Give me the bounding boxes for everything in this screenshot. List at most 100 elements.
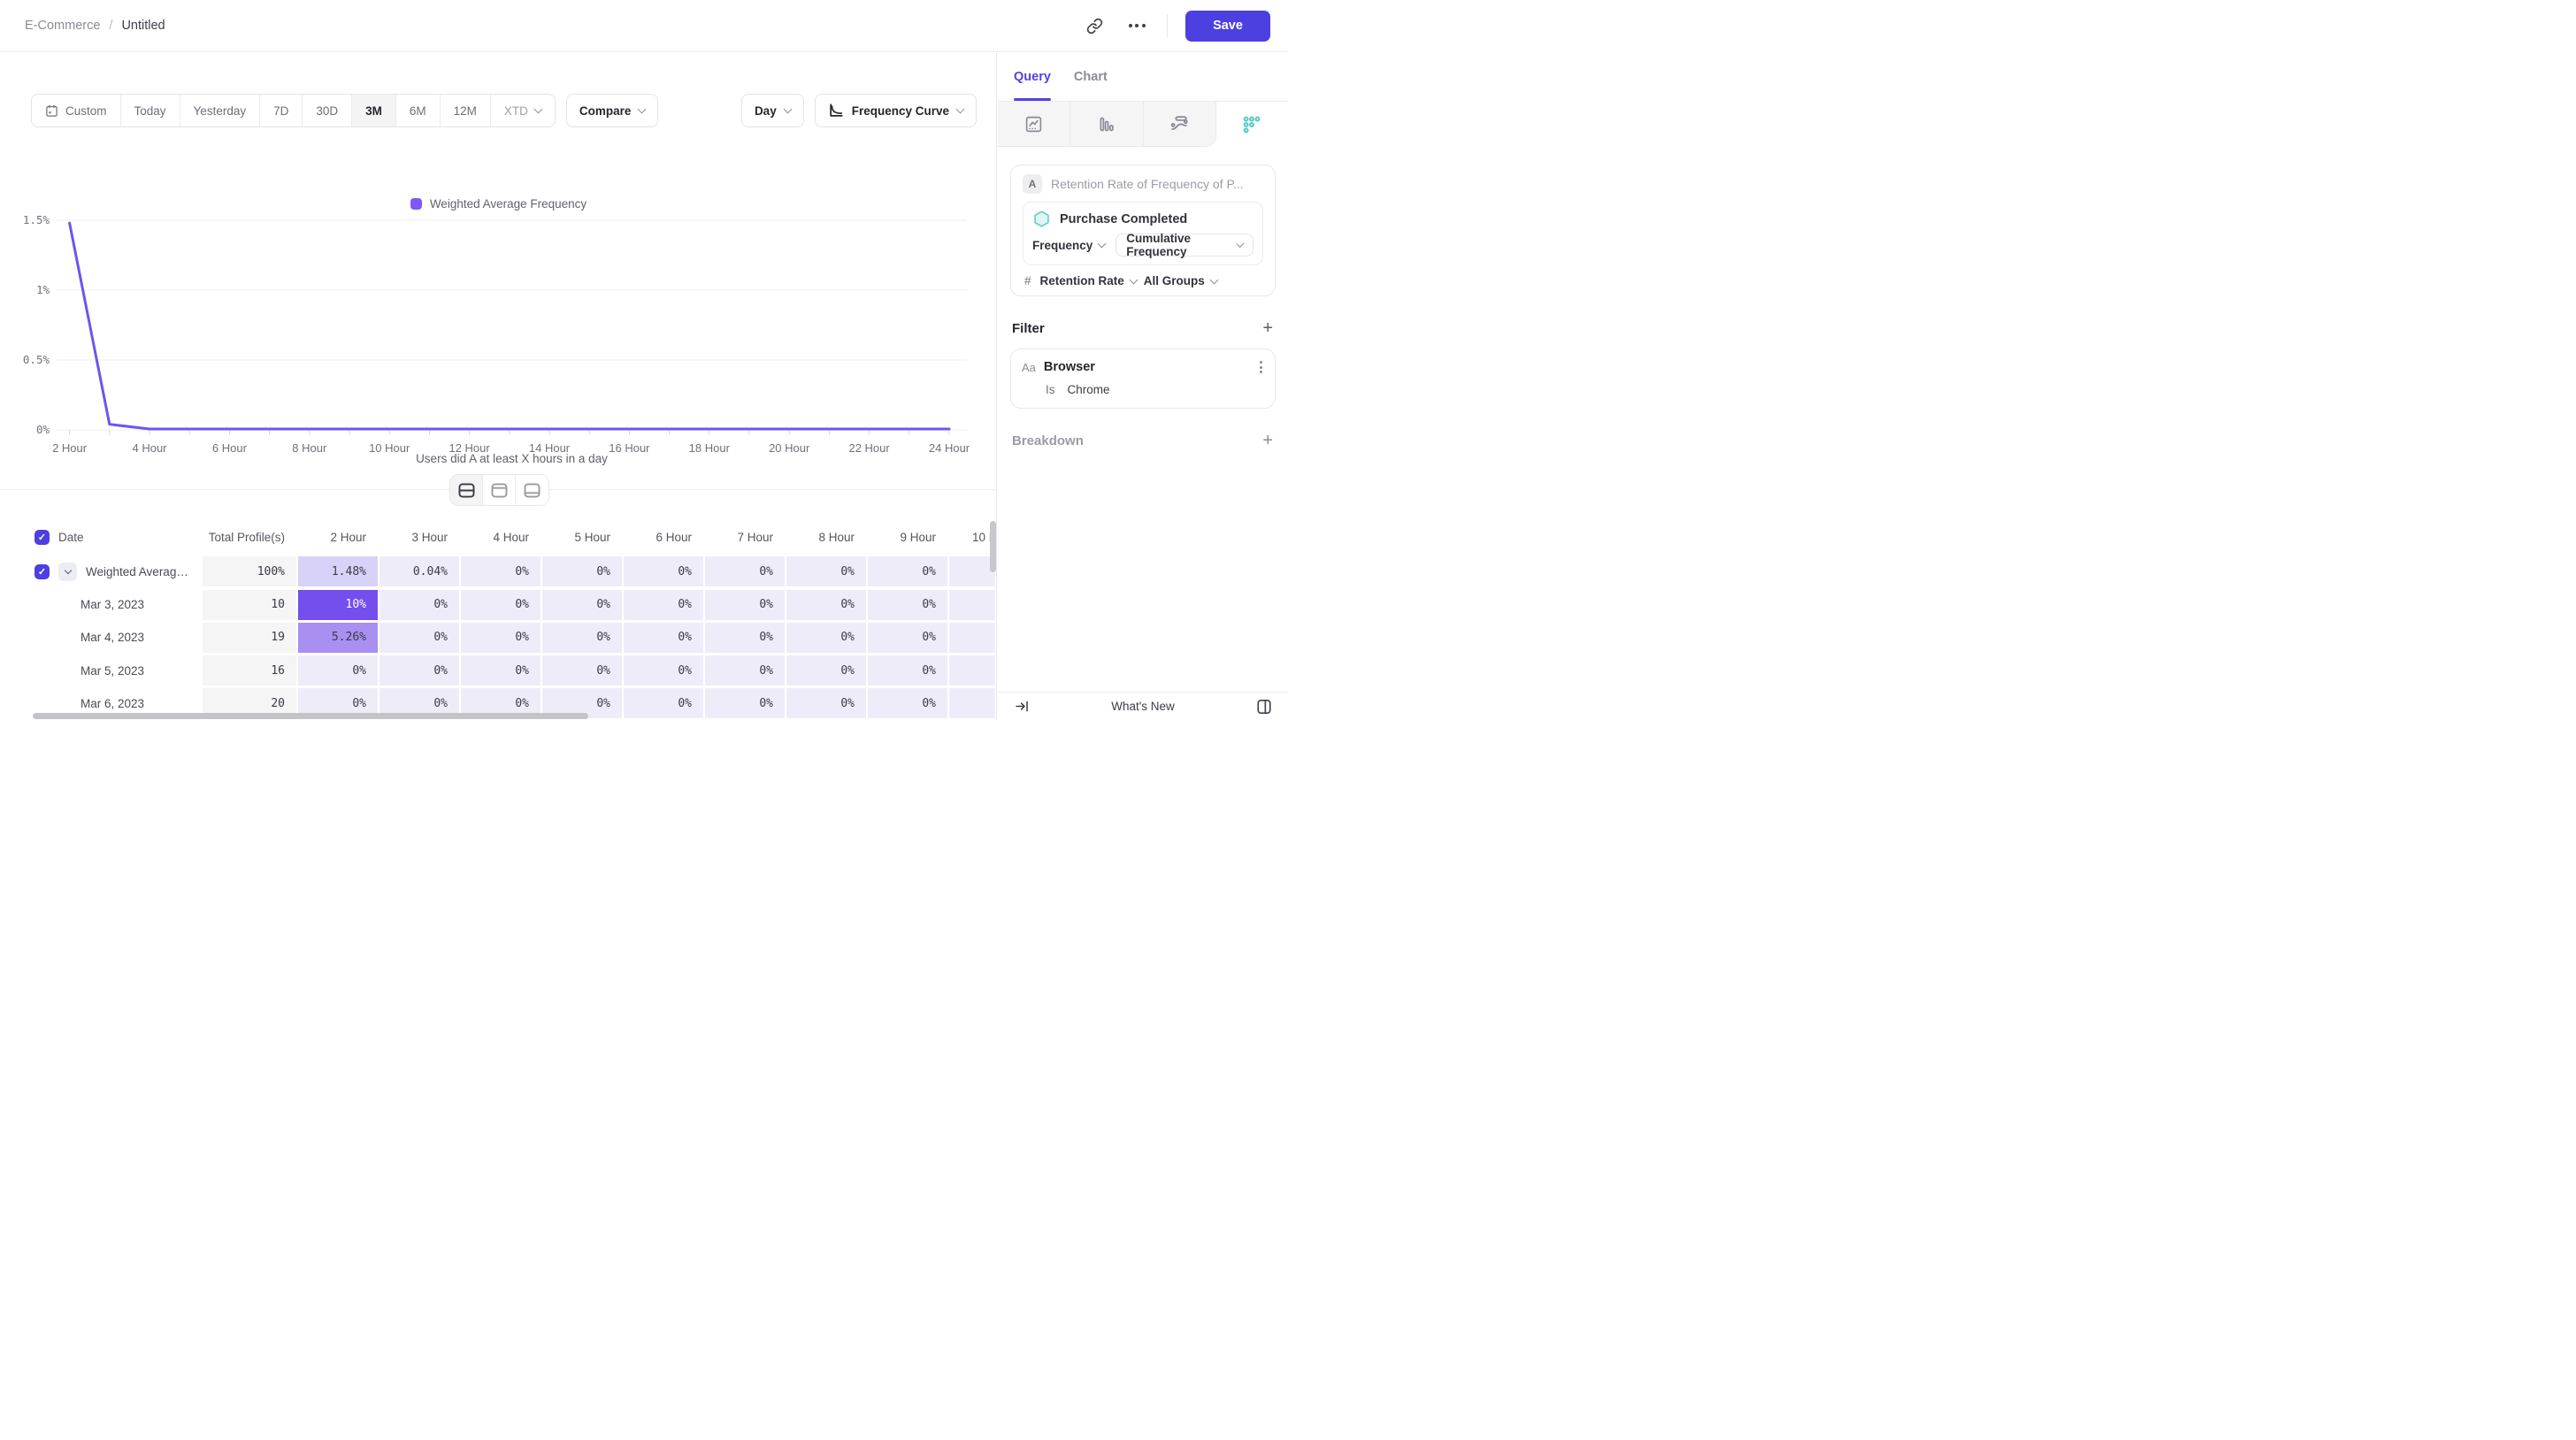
range-12m[interactable]: 12M — [441, 95, 491, 126]
filter-options-icon[interactable] — [1258, 359, 1264, 375]
cell-value: 0% — [461, 590, 540, 620]
compare-button[interactable]: Compare — [566, 94, 659, 127]
svg-text:0%: 0% — [36, 423, 50, 436]
cell-value: 1.48% — [298, 556, 378, 586]
chart-type-retention[interactable] — [1216, 102, 1288, 147]
row-checkbox[interactable] — [34, 564, 50, 579]
top-panel-icon — [491, 483, 508, 498]
filter-card[interactable]: Aa Browser Is Chrome — [1010, 349, 1276, 409]
cell-value: 0% — [542, 590, 622, 620]
main-content: Custom Today Yesterday 7D 30D 3M 6M 12M … — [0, 53, 997, 720]
table-horizontal-scrollbar[interactable] — [33, 713, 588, 719]
groups-dropdown[interactable]: All Groups — [1144, 274, 1217, 287]
range-6m[interactable]: 6M — [396, 95, 441, 126]
table-row-weighted-average: Weighted Average ... 100% 1.48% 0.04% 0%… — [0, 556, 997, 586]
string-property-icon: Aa — [1022, 361, 1036, 374]
range-custom[interactable]: Custom — [32, 95, 121, 126]
event-card[interactable]: Purchase Completed Frequency Cumulative … — [1023, 202, 1263, 265]
row-total: 100% — [203, 556, 296, 586]
layout-toggle-group — [449, 474, 549, 506]
cell-value: 0% — [786, 623, 866, 653]
svg-text:1%: 1% — [36, 283, 50, 296]
filter-section-header: Filter — [1012, 319, 1273, 337]
query-panel: Query Chart A Retention Rate of Frequenc… — [998, 53, 1288, 720]
top-actions: Save — [1082, 11, 1270, 42]
range-7d[interactable]: 7D — [260, 95, 303, 126]
frequency-curve-icon — [828, 103, 844, 119]
side-panel-icon[interactable] — [1252, 694, 1276, 719]
breadcrumb-project[interactable]: E-Commerce — [25, 19, 100, 33]
cell-value: 5.26% — [298, 623, 378, 653]
chevron-down-icon — [956, 105, 965, 114]
divider — [1167, 14, 1168, 37]
layout-chart-only-button[interactable] — [483, 475, 516, 505]
panel-footer: What's New — [998, 692, 1288, 720]
header-date: Date — [0, 521, 203, 554]
select-all-checkbox[interactable] — [34, 530, 50, 545]
cell-value: 0% — [624, 688, 703, 718]
calendar-icon — [45, 104, 58, 118]
chart-type-line[interactable] — [998, 102, 1070, 147]
cell-value: 0% — [868, 655, 947, 686]
date-range-segmented-control: Custom Today Yesterday 7D 30D 3M 6M 12M … — [31, 94, 556, 127]
range-yesterday[interactable]: Yesterday — [180, 95, 261, 126]
tab-query[interactable]: Query — [1014, 53, 1051, 101]
whats-new-link[interactable]: What's New — [1034, 700, 1252, 713]
range-3m[interactable]: 3M — [352, 95, 396, 126]
row-date: Mar 4, 2023 — [0, 623, 203, 653]
cell-value: 0% — [624, 556, 703, 586]
add-filter-button[interactable] — [1262, 319, 1273, 337]
chart-legend: Weighted Average Frequency — [0, 197, 997, 211]
split-view-icon — [458, 483, 475, 498]
frequency-curve-chart: 1.5%1%0.5%0%2 Hour4 Hour6 Hour8 Hour10 H… — [0, 210, 997, 454]
chevron-down-icon — [1209, 275, 1218, 284]
chart-type-flow[interactable] — [1144, 102, 1216, 147]
table-header-row: Date Total Profile(s) 2 Hour 3 Hour 4 Ho… — [0, 521, 997, 554]
header-hour: 7 Hour — [705, 521, 785, 554]
cell-value — [949, 623, 995, 653]
save-button[interactable]: Save — [1185, 11, 1270, 42]
flow-chart-icon — [1169, 114, 1189, 134]
line-chart-icon — [1024, 115, 1043, 134]
collapse-panel-icon[interactable] — [1009, 694, 1034, 719]
layout-table-only-button[interactable] — [516, 475, 548, 505]
add-breakdown-button[interactable] — [1262, 432, 1273, 449]
layout-split-button[interactable] — [450, 475, 483, 505]
legend-swatch — [410, 198, 422, 210]
chart-type-bar[interactable] — [1070, 102, 1143, 147]
range-xtd[interactable]: XTD — [491, 95, 555, 126]
report-title[interactable]: Untitled — [121, 19, 165, 33]
expand-row-button[interactable] — [58, 563, 77, 581]
bar-chart-icon — [1097, 115, 1116, 134]
filter-value[interactable]: Chrome — [1068, 383, 1110, 396]
legend-label: Weighted Average Frequency — [430, 197, 586, 211]
chevron-down-icon — [638, 105, 647, 114]
range-today[interactable]: Today — [121, 95, 180, 126]
copy-link-icon[interactable] — [1082, 13, 1107, 38]
granularity-button[interactable]: Day — [741, 94, 804, 127]
view-type-button[interactable]: Frequency Curve — [815, 94, 977, 127]
table-row: Mar 3, 2023 10 10% 0% 0% 0% 0% 0% 0% 0% — [0, 590, 997, 620]
frequency-dropdown[interactable]: Frequency — [1032, 239, 1105, 252]
measure-symbol: # — [1024, 274, 1031, 287]
header-hour: 10 Hour — [949, 521, 995, 554]
filter-operator[interactable]: Is — [1046, 383, 1055, 396]
more-options-icon[interactable] — [1124, 13, 1149, 38]
header-hour: 5 Hour — [542, 521, 622, 554]
table-vertical-scrollbar[interactable] — [990, 521, 996, 572]
row-total: 19 — [203, 623, 296, 653]
header-hour: 4 Hour — [461, 521, 540, 554]
row-total: 16 — [203, 655, 296, 686]
cell-value — [949, 655, 995, 686]
breakdown-heading: Breakdown — [1012, 433, 1084, 448]
app-window: E-Commerce / Untitled Save Custom Today — [0, 0, 1288, 720]
measure-dropdown[interactable]: Retention Rate — [1040, 274, 1137, 287]
cell-value: 0% — [624, 655, 703, 686]
frequency-type-dropdown[interactable]: Cumulative Frequency — [1116, 234, 1254, 257]
query-series-card[interactable]: A Retention Rate of Frequency of P... Pu… — [1010, 165, 1276, 296]
cell-value: 0% — [380, 623, 459, 653]
svg-text:0.5%: 0.5% — [23, 353, 50, 366]
tab-chart[interactable]: Chart — [1074, 53, 1108, 101]
range-30d[interactable]: 30D — [303, 95, 352, 126]
cell-value: 0.04% — [380, 556, 459, 586]
